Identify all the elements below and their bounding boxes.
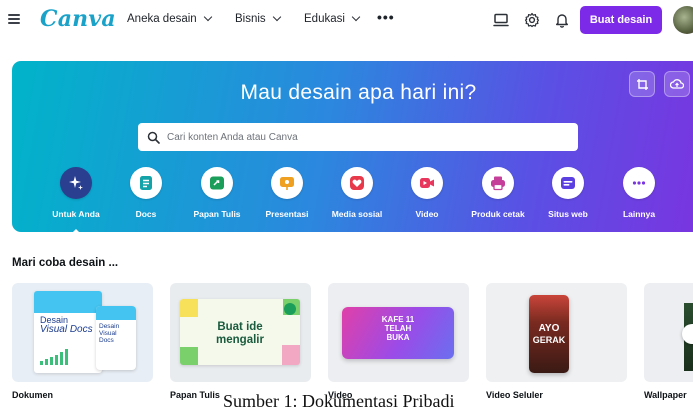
search-bar[interactable]	[138, 123, 578, 151]
category-lainnya[interactable]: Lainnya	[604, 167, 674, 219]
category-label: Situs web	[548, 209, 588, 219]
category-label: Produk cetak	[471, 209, 525, 219]
create-design-button[interactable]: Buat desain	[580, 6, 662, 34]
category-untuk-anda[interactable]: Untuk Anda	[41, 167, 111, 232]
card-thumbnail: Desain Visual Docs	[34, 291, 102, 373]
thumb-text: Desain Visual Docs	[99, 323, 120, 344]
card-label: Video Seluler	[486, 390, 543, 400]
search-icon	[147, 131, 160, 144]
card-thumbnail: KAFE 11 TELAH BUKA	[342, 307, 454, 359]
more-icon	[623, 167, 655, 199]
heart-icon	[341, 167, 373, 199]
chevron-down-icon	[272, 12, 281, 22]
category-label: Untuk Anda	[52, 209, 100, 219]
card-label: Dokumen	[12, 390, 54, 400]
settings-gear-icon[interactable]	[522, 10, 542, 30]
custom-size-icon[interactable]	[629, 71, 655, 97]
card-thumbnail: AYO GERAK	[529, 295, 569, 373]
nav-label: Aneka desain	[127, 13, 197, 25]
hero-title: Mau desain apa hari ini?	[240, 81, 477, 104]
thumb-text: AYO	[538, 323, 560, 334]
card-thumbnail: Buat ide mengalir	[180, 299, 300, 365]
nav-label: Bisnis	[235, 13, 266, 25]
sparkle-icon	[60, 167, 92, 199]
chevron-down-icon	[203, 12, 212, 22]
card-label: Papan Tulis	[170, 390, 220, 400]
top-navigation-bar: Canva Aneka desain Bisnis Edukasi ••• Bu…	[0, 0, 693, 42]
design-card-wallpaper[interactable]	[644, 283, 693, 382]
whiteboard-icon	[201, 167, 233, 199]
category-papan-tulis[interactable]: Papan Tulis	[182, 167, 252, 219]
active-indicator	[73, 229, 79, 232]
category-label: Docs	[135, 209, 157, 219]
website-icon	[552, 167, 584, 199]
thumb-text: TELAH	[384, 324, 412, 333]
nav-aneka-desain[interactable]: Aneka desain	[127, 12, 212, 25]
thumb-text: GERAK	[532, 335, 566, 345]
category-label: Lainnya	[622, 209, 656, 219]
nav-bisnis[interactable]: Bisnis	[235, 12, 281, 25]
chevron-down-icon	[351, 12, 361, 22]
category-docs[interactable]: Docs	[111, 167, 181, 219]
nav-label: Edukasi	[304, 13, 345, 25]
card-thumbnail-secondary: Desain Visual Docs	[96, 306, 136, 370]
menu-icon[interactable]	[8, 12, 20, 26]
notification-bell-icon[interactable]	[552, 10, 572, 30]
category-situs-web[interactable]: Situs web	[533, 167, 603, 219]
design-card-video[interactable]: KAFE 11 TELAH BUKA	[328, 283, 469, 382]
category-label: Video	[415, 209, 439, 219]
search-input[interactable]	[167, 131, 547, 143]
section-title: Mari coba desain ...	[12, 257, 119, 269]
more-nav-button[interactable]: •••	[377, 9, 395, 25]
category-media-sosial[interactable]: Media sosial	[322, 167, 392, 219]
upload-cloud-icon[interactable]	[664, 71, 690, 97]
category-produk-cetak[interactable]: Produk cetak	[463, 167, 533, 219]
design-card-video-seluler[interactable]: AYO GERAK	[486, 283, 627, 382]
design-card-papan-tulis[interactable]: Buat ide mengalir	[170, 283, 311, 382]
desktop-app-icon[interactable]	[491, 10, 511, 30]
card-label: Wallpaper	[644, 390, 687, 400]
video-icon	[411, 167, 443, 199]
doc-icon	[130, 167, 162, 199]
category-label: Presentasi	[265, 209, 309, 219]
figure-caption: Sumber 1: Dokumentasi Pribadi	[223, 391, 455, 408]
print-icon	[482, 167, 514, 199]
design-card-dokumen[interactable]: Desain Visual Docs Desain Visual Docs	[12, 283, 153, 382]
thumb-text: BUKA	[386, 333, 410, 342]
hero-banner: Mau desain apa hari ini? Untuk Anda Docs	[12, 61, 693, 232]
category-label: Media sosial	[331, 209, 383, 219]
thumb-text: Buat ide	[217, 321, 263, 333]
thumb-text: mengalir	[216, 334, 264, 346]
category-presentasi[interactable]: Presentasi	[252, 167, 322, 219]
thumb-text: Visual Docs	[40, 324, 93, 335]
thumb-bar-graphic	[40, 349, 76, 365]
category-video[interactable]: Video	[392, 167, 462, 219]
category-label: Papan Tulis	[193, 209, 241, 219]
canva-logo[interactable]: Canva	[40, 6, 116, 32]
user-avatar[interactable]	[673, 6, 693, 34]
nav-edukasi[interactable]: Edukasi	[304, 12, 361, 25]
thumb-text: KAFE 11	[381, 315, 415, 324]
presentation-icon	[271, 167, 303, 199]
